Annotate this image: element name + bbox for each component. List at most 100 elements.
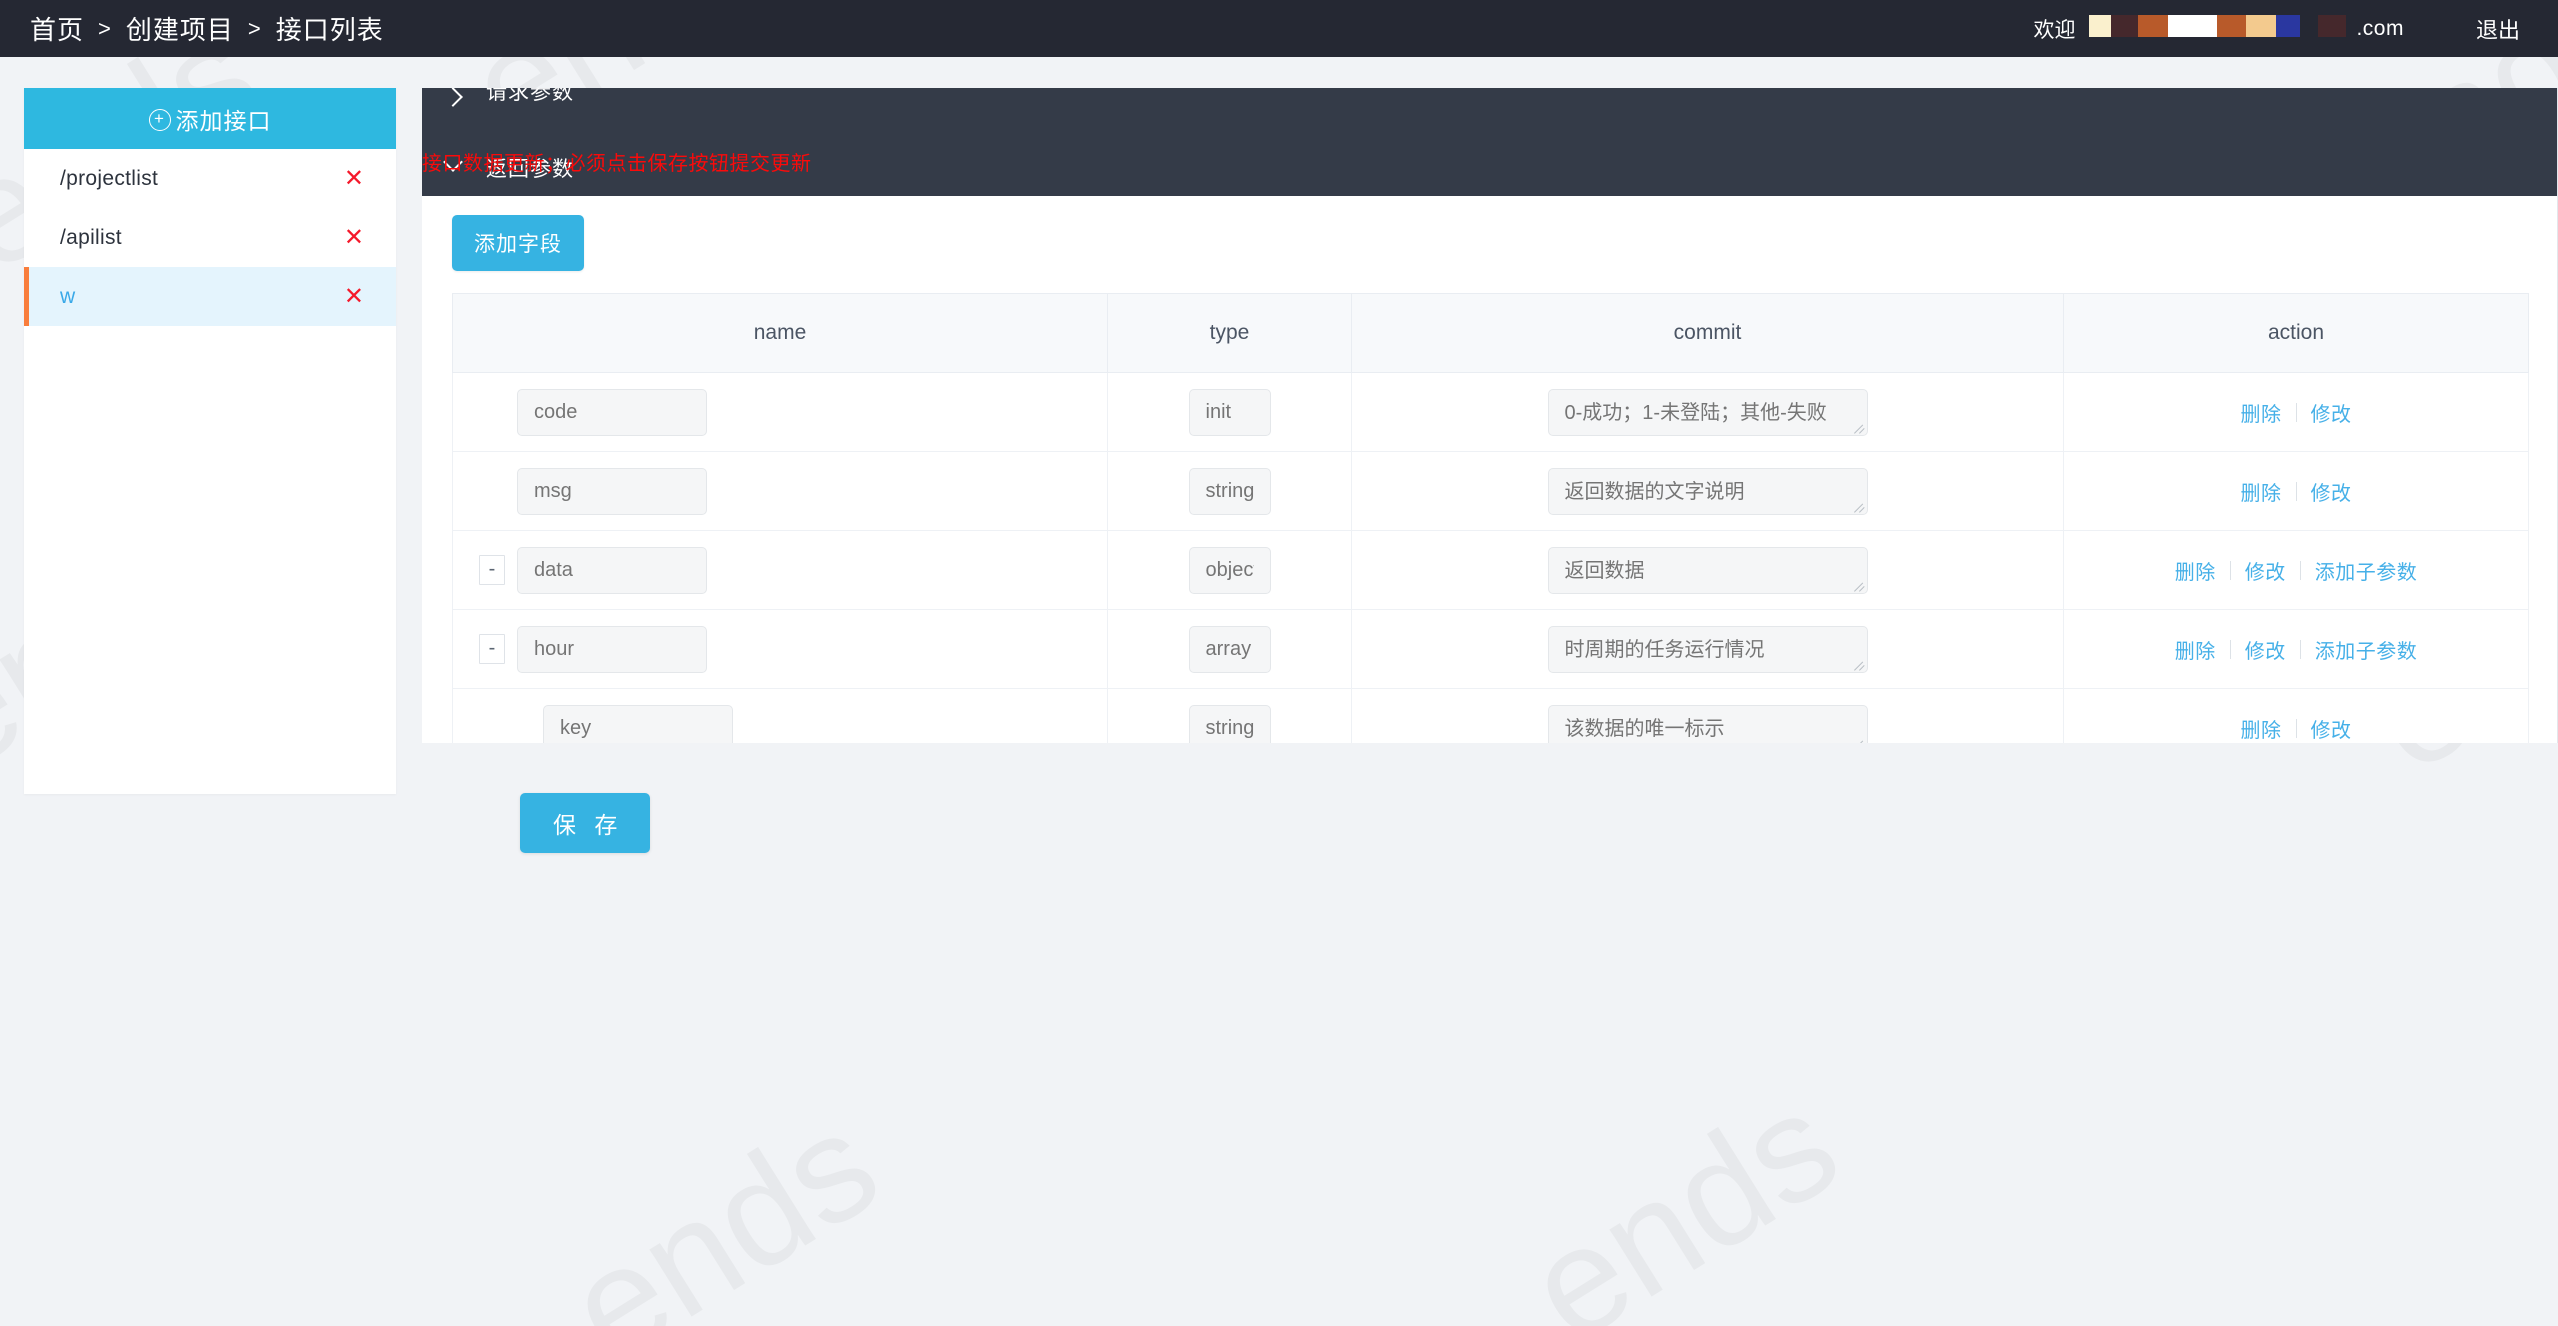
redacted-username xyxy=(2089,14,2301,43)
sidebar-item-w[interactable]: w ✕ xyxy=(24,267,396,326)
row-actions: 删除 修改 添加子参数 xyxy=(2064,635,2528,664)
action-link-edit[interactable]: 修改 xyxy=(2297,477,2366,506)
field-type-input[interactable] xyxy=(1188,467,1271,515)
field-commit-textarea[interactable] xyxy=(1547,467,1868,515)
action-link-add-sub-param[interactable]: 添加子参数 xyxy=(2301,556,2432,585)
content-scroll-viewport[interactable]: 请求参数 返回参数 添加字段 name type commit action c… xyxy=(422,88,2558,743)
sidebar-item-label: /projectlist xyxy=(60,166,159,190)
panel-spacer xyxy=(422,114,2558,140)
sidebar-item-projectlist[interactable]: /projectlist ✕ xyxy=(24,149,396,208)
section-request-params[interactable]: 请求参数 xyxy=(422,88,2558,114)
params-panel: 请求参数 返回参数 xyxy=(422,88,2558,196)
table-row: 删除修改 xyxy=(452,372,2529,452)
top-bar: 首页 > 创建项目 > 接口列表 欢迎 .com 退出 xyxy=(0,0,2558,57)
sidebar-item-label: w xyxy=(60,284,76,308)
cell-type xyxy=(1107,451,1352,531)
footer-area: 保 存 xyxy=(422,743,2558,883)
field-name-input[interactable] xyxy=(517,388,707,436)
breadcrumb-separator: > xyxy=(247,15,262,41)
breadcrumb-item-home[interactable]: 首页 xyxy=(30,10,84,47)
save-button[interactable]: 保 存 xyxy=(520,793,651,853)
action-link-edit[interactable]: 修改 xyxy=(2297,398,2366,427)
breadcrumb-separator: > xyxy=(98,15,112,41)
commit-textarea-wrapper xyxy=(1547,704,1868,743)
breadcrumb-item-api-list[interactable]: 接口列表 xyxy=(276,10,384,47)
row-collapse-toggle[interactable]: - xyxy=(479,555,505,585)
action-link-delete[interactable]: 删除 xyxy=(2227,477,2296,506)
cell-commit xyxy=(1351,688,2064,743)
cell-name: - xyxy=(452,609,1108,689)
commit-textarea-wrapper xyxy=(1547,625,1868,673)
action-link-edit[interactable]: 修改 xyxy=(2231,556,2300,585)
redacted-block xyxy=(2089,14,2112,37)
domain-suffix-label: .com xyxy=(2356,16,2404,40)
action-link-edit[interactable]: 修改 xyxy=(2297,714,2366,743)
redacted-domain-block xyxy=(2300,14,2347,43)
circle-plus-icon xyxy=(148,108,171,131)
row-collapse-toggle[interactable]: - xyxy=(479,634,505,664)
close-x-icon[interactable]: ✕ xyxy=(344,284,364,309)
breadcrumb: 首页 > 创建项目 > 接口列表 xyxy=(30,10,384,47)
field-commit-textarea[interactable] xyxy=(1547,388,1868,436)
cell-commit xyxy=(1351,372,2064,452)
main-content: 接口数据更新；必须点击保存按钮提交更新 请求参数 返回参数 添加字段 name … xyxy=(422,88,2558,883)
cell-name xyxy=(452,688,1108,743)
row-actions: 删除 修改 添加子参数 xyxy=(2064,556,2528,585)
field-type-input[interactable] xyxy=(1188,704,1271,743)
sidebar-item-apilist[interactable]: /apilist ✕ xyxy=(24,208,396,267)
fields-table-card: 添加字段 name type commit action 删除修改删除修改-删除… xyxy=(422,196,2558,743)
field-commit-textarea[interactable] xyxy=(1547,625,1868,673)
action-link-delete[interactable]: 删除 xyxy=(2161,635,2230,664)
welcome-label: 欢迎 xyxy=(2033,18,2076,42)
add-field-button[interactable]: 添加字段 xyxy=(452,215,584,271)
cell-commit xyxy=(1351,451,2064,531)
fields-table-header-row: name type commit action xyxy=(452,293,2529,373)
cell-type xyxy=(1107,372,1352,452)
field-type-input[interactable] xyxy=(1188,546,1271,594)
redacted-block xyxy=(2111,14,2139,37)
breadcrumb-item-create-project[interactable]: 创建项目 xyxy=(126,10,234,47)
cell-commit xyxy=(1351,530,2064,610)
field-name-input[interactable] xyxy=(517,625,707,673)
field-type-input[interactable] xyxy=(1188,388,1271,436)
column-header-name: name xyxy=(452,293,1108,373)
cell-type xyxy=(1107,688,1352,743)
fields-table: name type commit action 删除修改删除修改-删除修改添加子… xyxy=(452,293,2529,743)
column-header-commit: commit xyxy=(1351,293,2064,373)
section-request-params-label: 请求参数 xyxy=(486,88,574,104)
cell-name: - xyxy=(452,530,1108,610)
action-link-delete[interactable]: 删除 xyxy=(2161,556,2230,585)
top-bar-right: 欢迎 .com 退出 xyxy=(2033,13,2520,45)
page-body: 添加接口 /projectlist✕/apilist✕w✕ 接口数据更新；必须点… xyxy=(0,57,2558,1326)
commit-textarea-wrapper xyxy=(1547,467,1868,515)
close-x-icon[interactable]: ✕ xyxy=(344,225,364,250)
action-link-add-sub-param[interactable]: 添加子参数 xyxy=(2301,635,2432,664)
redacted-block xyxy=(2217,14,2247,37)
chevron-right-icon xyxy=(443,88,463,107)
table-row: - 删除修改添加子参数 xyxy=(452,530,2529,610)
field-name-input[interactable] xyxy=(543,704,733,743)
field-commit-textarea[interactable] xyxy=(1547,704,1868,743)
redacted-block xyxy=(2168,14,2218,37)
logout-button[interactable]: 退出 xyxy=(2476,13,2520,45)
row-actions: 删除 修改 xyxy=(2064,477,2528,506)
cell-action: 删除 修改 xyxy=(2063,451,2529,531)
close-x-icon[interactable]: ✕ xyxy=(344,166,364,191)
cell-action: 删除 修改 xyxy=(2063,688,2529,743)
add-api-button[interactable]: 添加接口 xyxy=(24,88,396,149)
redacted-block xyxy=(2246,14,2277,37)
field-name-input[interactable] xyxy=(517,467,707,515)
field-name-input[interactable] xyxy=(517,546,707,594)
action-link-edit[interactable]: 修改 xyxy=(2231,635,2300,664)
row-actions: 删除 修改 xyxy=(2064,398,2528,427)
field-type-input[interactable] xyxy=(1188,625,1271,673)
cell-action: 删除 修改 添加子参数 xyxy=(2063,609,2529,689)
action-link-delete[interactable]: 删除 xyxy=(2227,714,2296,743)
commit-textarea-wrapper xyxy=(1547,546,1868,594)
action-link-delete[interactable]: 删除 xyxy=(2227,398,2296,427)
cell-name xyxy=(452,451,1108,531)
field-commit-textarea[interactable] xyxy=(1547,546,1868,594)
redacted-block xyxy=(2276,14,2301,37)
column-header-type: type xyxy=(1107,293,1352,373)
row-actions: 删除 修改 xyxy=(2064,714,2528,743)
